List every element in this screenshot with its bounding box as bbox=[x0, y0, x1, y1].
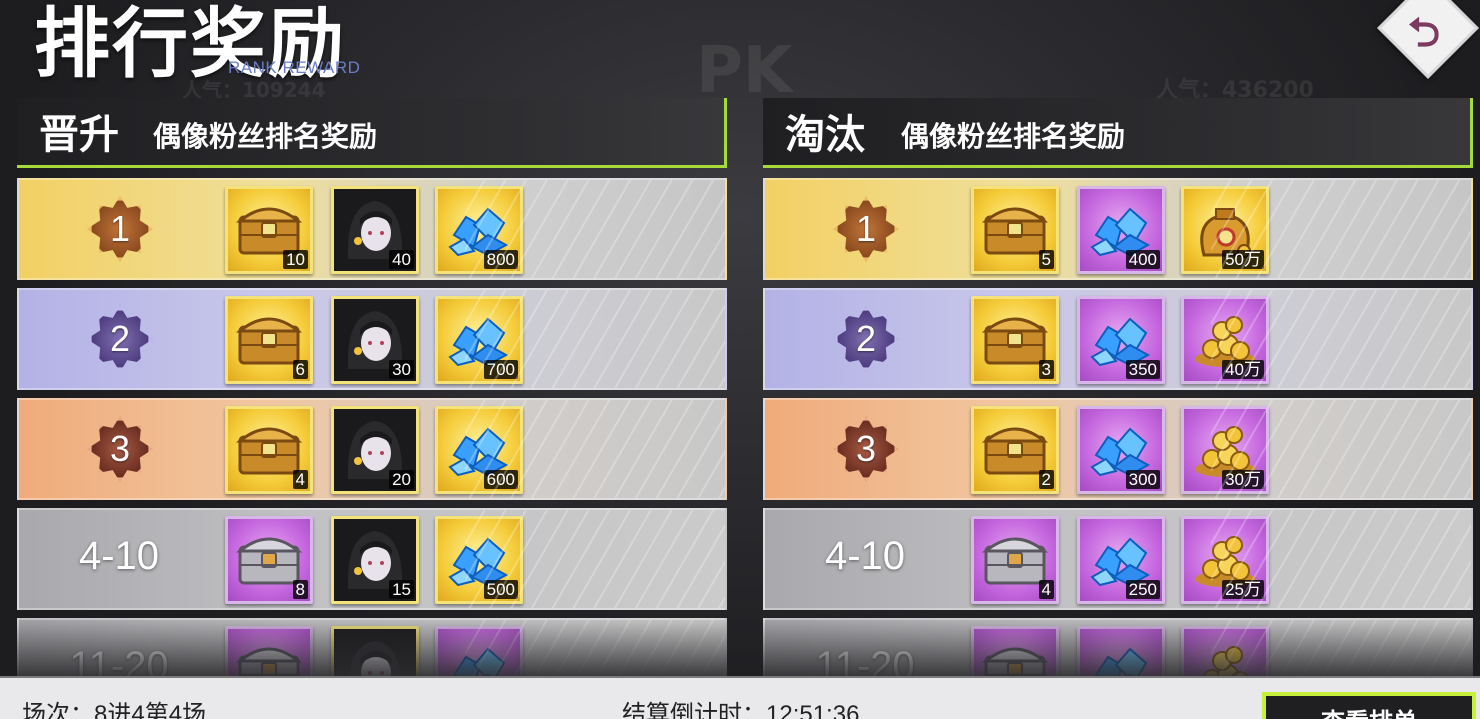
silver-chest-icon[interactable]: 8 bbox=[225, 516, 313, 604]
rank-number: 1 bbox=[109, 208, 131, 249]
item-count: 700 bbox=[483, 360, 518, 379]
gold-coin-pile-icon[interactable]: 30万 bbox=[1181, 406, 1269, 494]
item-count: 8 bbox=[292, 580, 308, 599]
blue-diamond-icon[interactable]: 400 bbox=[1077, 186, 1165, 274]
item-count: 40 bbox=[389, 250, 414, 269]
gold-coin-pile-icon[interactable] bbox=[1181, 626, 1269, 676]
gold-chest-icon[interactable]: 3 bbox=[971, 296, 1059, 384]
rank-badge-icon: 1 bbox=[87, 196, 153, 262]
gold-chest-icon[interactable]: 6 bbox=[225, 296, 313, 384]
gold-chest-icon[interactable]: 2 bbox=[971, 406, 1059, 494]
idol-portrait-icon[interactable] bbox=[331, 626, 419, 676]
rank-badge-icon: 1 bbox=[833, 196, 899, 262]
item-count: 4 bbox=[1038, 580, 1054, 599]
panel-tag: 淘汰 bbox=[785, 111, 865, 158]
blue-diamond-icon[interactable]: 700 bbox=[435, 296, 523, 384]
rank-badge-icon: 2 bbox=[833, 306, 899, 372]
blue-diamond-icon[interactable]: 800 bbox=[435, 186, 523, 274]
item-count: 800 bbox=[483, 250, 518, 269]
panel-title: 偶像粉丝排名奖励 bbox=[153, 120, 378, 153]
rank-range: 11-20 bbox=[815, 644, 915, 676]
footer-bar: 场次：8进4第4场 结算倒计时：12:51:36 查看排单 bbox=[0, 676, 1480, 719]
item-count: 30万 bbox=[1222, 470, 1264, 489]
back-arrow-icon: ⮌ bbox=[1408, 10, 1441, 56]
idol-portrait-icon[interactable]: 20 bbox=[331, 406, 419, 494]
page-title: 排行奖励 bbox=[34, 0, 346, 88]
blue-diamond-icon[interactable]: 250 bbox=[1077, 516, 1165, 604]
rank-number: 2 bbox=[855, 318, 877, 359]
rank-range: 4-10 bbox=[78, 534, 160, 578]
gold-chest-icon[interactable]: 4 bbox=[225, 406, 313, 494]
gold-chest-icon[interactable]: 5 bbox=[971, 186, 1059, 274]
item-count: 15 bbox=[389, 580, 414, 599]
rank-range: 11-20 bbox=[69, 644, 169, 676]
rank-badge-icon: 3 bbox=[833, 416, 899, 482]
item-count: 30 bbox=[389, 360, 414, 379]
blue-diamond-icon[interactable]: 350 bbox=[1077, 296, 1165, 384]
item-count: 250 bbox=[1125, 580, 1160, 599]
blue-diamond-icon[interactable] bbox=[1077, 626, 1165, 676]
item-count: 40万 bbox=[1222, 360, 1264, 379]
settlement-countdown: 结算倒计时：12:51:36 bbox=[622, 701, 860, 719]
panel-header: 晋升 偶像粉丝排名奖励 bbox=[17, 98, 727, 168]
item-count: 20 bbox=[389, 470, 414, 489]
silver-chest-icon[interactable] bbox=[971, 626, 1059, 676]
panel-header: 淘汰 偶像粉丝排名奖励 bbox=[763, 98, 1473, 168]
item-count: 600 bbox=[483, 470, 518, 489]
silver-chest-icon[interactable]: 4 bbox=[971, 516, 1059, 604]
item-count: 50万 bbox=[1222, 250, 1264, 269]
item-count: 350 bbox=[1125, 360, 1160, 379]
item-count: 400 bbox=[1125, 250, 1160, 269]
reward-row: 3 4 20 600 bbox=[17, 398, 727, 500]
gold-coin-pile-icon[interactable]: 40万 bbox=[1181, 296, 1269, 384]
page-subtitle: RANK REWARD bbox=[228, 58, 361, 77]
panel-title: 偶像粉丝排名奖励 bbox=[901, 120, 1126, 153]
reward-row: 4-10 8 15 500 bbox=[17, 508, 727, 610]
round-info: 场次：8进4第4场 bbox=[22, 701, 207, 719]
item-count: 25万 bbox=[1222, 580, 1264, 599]
gold-coin-bag-icon[interactable]: 50万 bbox=[1181, 186, 1269, 274]
blue-diamond-icon[interactable]: 600 bbox=[435, 406, 523, 494]
gold-coin-pile-icon[interactable]: 25万 bbox=[1181, 516, 1269, 604]
check-ranking-button[interactable]: 查看排单 bbox=[1262, 692, 1476, 719]
bg-pk-text: PK bbox=[696, 34, 793, 108]
reward-row: 1 5 400 50万 bbox=[763, 178, 1473, 280]
blue-diamond-icon[interactable]: 500 bbox=[435, 516, 523, 604]
blue-diamond-icon[interactable]: 300 bbox=[1077, 406, 1165, 494]
blue-diamond-icon[interactable] bbox=[435, 626, 523, 676]
elimination-reward-panel: 淘汰 偶像粉丝排名奖励 1 5 400 50万 2 3 350 40万 3 2 300 30万 4-10 4 2… bbox=[763, 98, 1473, 676]
gold-chest-icon[interactable]: 10 bbox=[225, 186, 313, 274]
rank-badge-icon: 3 bbox=[87, 416, 153, 482]
item-count: 5 bbox=[1038, 250, 1054, 269]
item-count: 6 bbox=[292, 360, 308, 379]
item-count: 2 bbox=[1038, 470, 1054, 489]
promotion-reward-panel: 晋升 偶像粉丝排名奖励 1 10 40 800 2 6 30 700 3 4 20 600 4-10 8 15 5… bbox=[17, 98, 727, 676]
rank-range: 4-10 bbox=[824, 534, 906, 578]
idol-portrait-icon[interactable]: 15 bbox=[331, 516, 419, 604]
panel-tag: 晋升 bbox=[39, 111, 119, 158]
rank-number: 2 bbox=[109, 318, 131, 359]
reward-row: 2 6 30 700 bbox=[17, 288, 727, 390]
rank-number: 3 bbox=[109, 428, 131, 469]
item-count: 500 bbox=[483, 580, 518, 599]
item-count: 4 bbox=[292, 470, 308, 489]
back-button[interactable]: ⮌ bbox=[1377, 0, 1479, 79]
reward-row: 1 10 40 800 bbox=[17, 178, 727, 280]
idol-portrait-icon[interactable]: 40 bbox=[331, 186, 419, 274]
silver-chest-icon[interactable] bbox=[225, 626, 313, 676]
item-count: 3 bbox=[1038, 360, 1054, 379]
rank-badge-icon: 2 bbox=[87, 306, 153, 372]
reward-row: 3 2 300 30万 bbox=[763, 398, 1473, 500]
rank-number: 3 bbox=[855, 428, 877, 469]
item-count: 10 bbox=[283, 250, 308, 269]
reward-row: 4-10 4 250 25万 bbox=[763, 508, 1473, 610]
idol-portrait-icon[interactable]: 30 bbox=[331, 296, 419, 384]
rank-number: 1 bbox=[855, 208, 877, 249]
reward-row: 11-20 bbox=[763, 618, 1473, 676]
reward-row: 2 3 350 40万 bbox=[763, 288, 1473, 390]
reward-row: 11-20 bbox=[17, 618, 727, 676]
item-count: 300 bbox=[1125, 470, 1160, 489]
